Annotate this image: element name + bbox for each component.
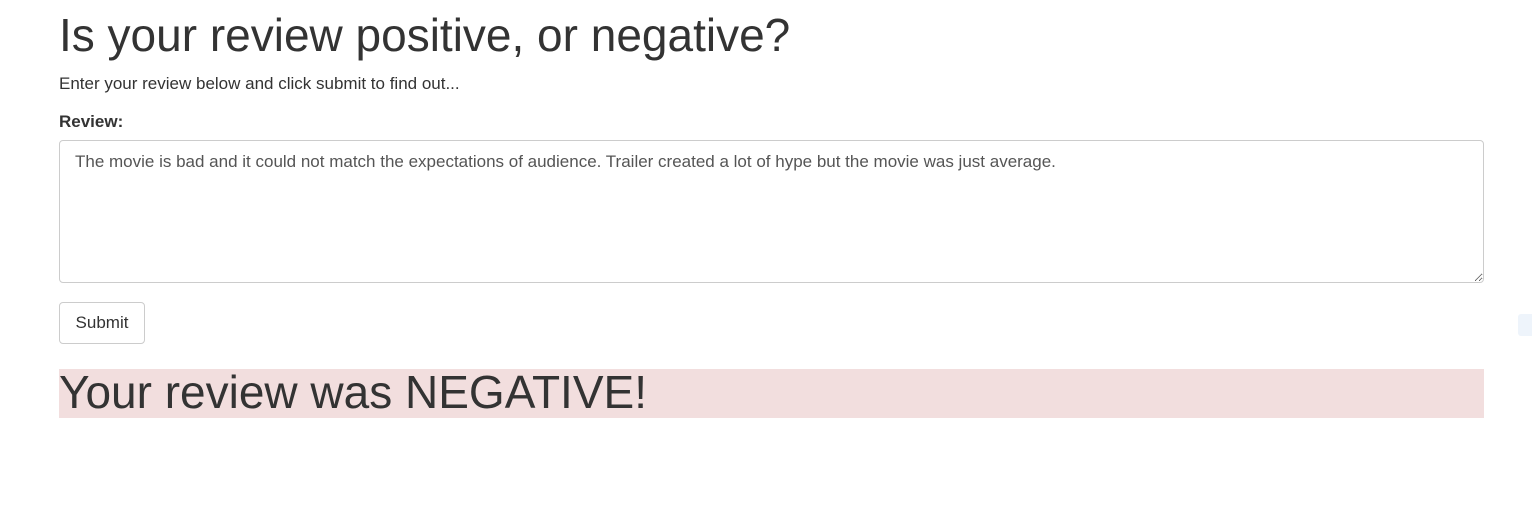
result-banner: Your review was NEGATIVE! [59, 366, 1484, 418]
review-textarea[interactable] [59, 140, 1484, 283]
page-title: Is your review positive, or negative? [59, 9, 791, 61]
submit-button[interactable]: Submit [59, 302, 145, 344]
page-subtitle: Enter your review below and click submit… [59, 74, 460, 93]
edge-widget-tab[interactable] [1518, 314, 1532, 336]
review-label: Review: [59, 112, 124, 131]
result-text: Your review was NEGATIVE! [59, 366, 647, 418]
